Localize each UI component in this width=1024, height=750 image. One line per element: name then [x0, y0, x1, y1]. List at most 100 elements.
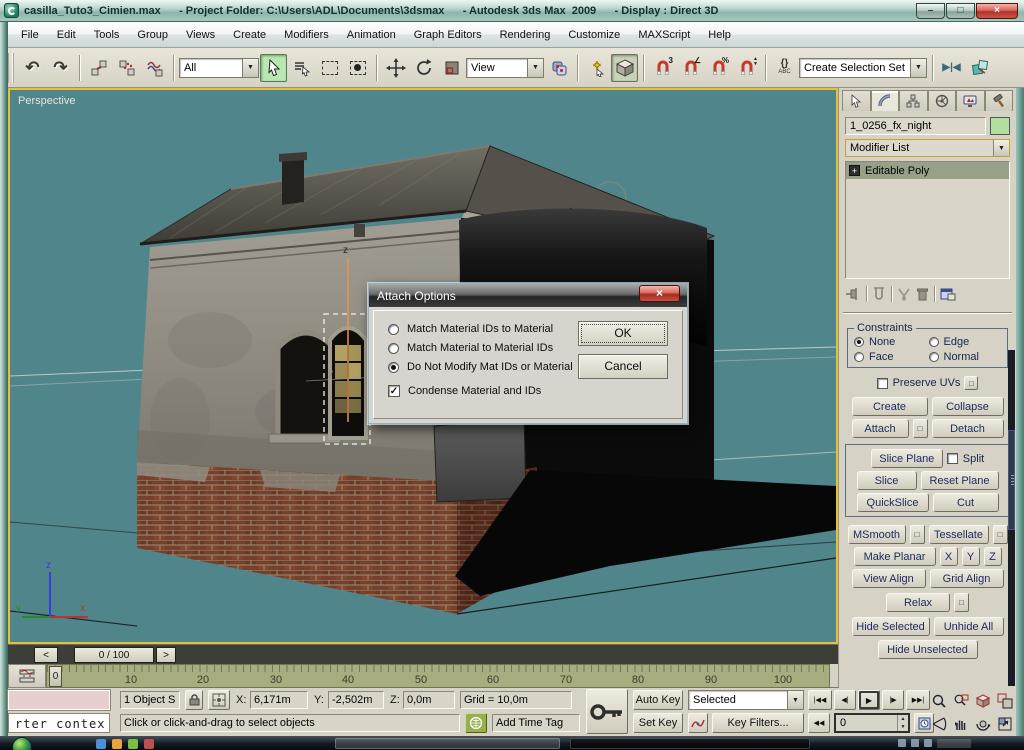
relax-button[interactable]: Relax	[886, 593, 950, 612]
menu-file[interactable]: File	[12, 25, 48, 45]
key-filters-button[interactable]: Key Filters...	[712, 713, 804, 733]
select-and-link-icon[interactable]	[85, 54, 112, 82]
menu-maxscript[interactable]: MAXScript	[629, 25, 699, 45]
redo-icon[interactable]: ↷	[47, 54, 74, 82]
minimize-button[interactable]: –	[916, 3, 945, 19]
constraint-face[interactable]: Face	[854, 351, 929, 363]
selection-lock-icon[interactable]	[185, 690, 203, 710]
current-frame-spinner[interactable]: 0 ▲▼	[834, 713, 910, 733]
tab-motion[interactable]	[928, 90, 957, 111]
condense-material-checkbox-row[interactable]: ✓ Condense Material and IDs	[388, 385, 672, 397]
make-unique-icon[interactable]	[897, 287, 911, 301]
go-to-end-icon[interactable]: ▶▶|	[906, 690, 930, 710]
menu-edit[interactable]: Edit	[48, 25, 85, 45]
rectangular-selection-region-icon[interactable]	[316, 54, 343, 82]
play-animation-icon[interactable]: ▶	[858, 690, 880, 710]
named-selection-set-dropdown[interactable]: Create Selection Set ▼	[799, 58, 927, 78]
planar-x-button[interactable]: X	[940, 547, 958, 566]
preserve-uvs-checkbox[interactable]: Preserve UVs	[877, 377, 961, 389]
modifier-list-dropdown[interactable]: Modifier List ▼	[845, 139, 1010, 157]
show-end-result-icon[interactable]	[872, 287, 886, 301]
toolbar-drag-handle[interactable]	[7, 53, 14, 83]
maxscript-listener-top[interactable]	[8, 690, 110, 710]
next-frame-arrow[interactable]: >	[156, 647, 176, 663]
tab-create[interactable]	[842, 90, 871, 111]
pan-hand-icon[interactable]	[950, 713, 971, 735]
timeline-ruler[interactable]: 0 10 20 30 40 50 60 70 80 90 100	[46, 664, 830, 688]
absolute-mode-icon[interactable]	[208, 690, 230, 710]
angle-snap-toggle-icon[interactable]: ∠	[677, 54, 704, 82]
menu-customize[interactable]: Customize	[559, 25, 629, 45]
unhide-all-button[interactable]: Unhide All	[934, 617, 1004, 636]
cut-button[interactable]: Cut	[933, 493, 999, 512]
menu-help[interactable]: Help	[699, 25, 740, 45]
create-button[interactable]: Create	[852, 397, 928, 416]
select-and-move-icon[interactable]	[382, 54, 409, 82]
field-of-view-icon[interactable]	[928, 713, 949, 735]
split-checkbox[interactable]: Split	[947, 453, 984, 465]
spinner-snap-toggle-icon[interactable]: ▲▼	[733, 54, 760, 82]
min-max-toggle-icon[interactable]	[994, 713, 1015, 735]
maximize-button[interactable]: □	[946, 3, 975, 19]
set-key-mode-icon[interactable]	[586, 689, 628, 734]
use-pivot-point-icon[interactable]	[545, 54, 572, 82]
quicklaunch-icon[interactable]	[112, 739, 122, 749]
mini-curve-editor-icon[interactable]	[8, 664, 46, 688]
attach-button[interactable]: Attach	[852, 419, 909, 438]
view-align-button[interactable]: View Align	[852, 569, 926, 588]
msmooth-settings-icon[interactable]: □	[910, 525, 925, 544]
mirror-icon[interactable]: ▶|◀	[938, 54, 965, 82]
zoom-icon[interactable]	[928, 690, 949, 712]
menu-group[interactable]: Group	[128, 25, 177, 45]
tab-utilities[interactable]	[985, 90, 1014, 111]
zoom-all-icon[interactable]	[950, 690, 971, 712]
stack-item-editable-poly[interactable]: + Editable Poly	[846, 162, 1009, 179]
quicklaunch-icon[interactable]	[144, 739, 154, 749]
selection-filter-dropdown[interactable]: All ▼	[179, 58, 259, 78]
object-name-field[interactable]: 1_0256_fx_night	[845, 117, 986, 135]
tab-modify[interactable]	[871, 90, 900, 111]
dialog-close-icon[interactable]: ×	[639, 285, 680, 302]
prev-frame-arrow[interactable]: <	[34, 647, 58, 663]
reset-plane-button[interactable]: Reset Plane	[921, 471, 999, 490]
expand-icon[interactable]: +	[849, 165, 860, 176]
add-time-tag-field[interactable]: Add Time Tag	[492, 714, 580, 732]
panel-scrollbar[interactable]	[1008, 350, 1015, 686]
hide-selected-button[interactable]: Hide Selected	[852, 617, 930, 636]
radio-icon[interactable]	[388, 343, 399, 354]
detach-button[interactable]: Detach	[932, 419, 1004, 438]
quicklaunch-icon[interactable]	[128, 739, 138, 749]
taskbar-window-button-active[interactable]	[570, 738, 810, 749]
key-mode-toggle-icon[interactable]: ◀◀	[808, 713, 830, 733]
keyboard-override-toggle-icon[interactable]	[611, 54, 638, 82]
maxscript-listener-bottom[interactable]: rter contex	[8, 713, 110, 733]
close-button[interactable]: ×	[976, 3, 1018, 19]
auto-key-button[interactable]: Auto Key	[633, 690, 683, 710]
msmooth-button[interactable]: MSmooth	[848, 525, 906, 544]
modifier-stack[interactable]: + Editable Poly	[845, 161, 1010, 279]
attach-settings-icon[interactable]: □	[913, 419, 928, 438]
cancel-button[interactable]: Cancel	[578, 354, 668, 379]
previous-frame-icon[interactable]: ◀|	[834, 690, 856, 710]
undo-icon[interactable]: ↶	[19, 54, 46, 82]
checkbox-icon-checked[interactable]: ✓	[388, 385, 400, 397]
menu-create[interactable]: Create	[224, 25, 275, 45]
go-to-start-icon[interactable]: |◀◀	[808, 690, 832, 710]
menu-animation[interactable]: Animation	[338, 25, 405, 45]
bind-to-space-warp-icon[interactable]	[141, 54, 168, 82]
default-in-out-tangent-icon[interactable]	[688, 713, 708, 733]
tab-hierarchy[interactable]	[899, 90, 928, 111]
quickslice-button[interactable]: QuickSlice	[857, 493, 929, 512]
planar-y-button[interactable]: Y	[962, 547, 980, 566]
grid-align-button[interactable]: Grid Align	[930, 569, 1004, 588]
ok-button[interactable]: OK	[578, 321, 668, 346]
z-coordinate-field[interactable]: 0,0m	[403, 691, 455, 709]
viewport-label[interactable]: Perspective	[18, 95, 75, 107]
hide-unselected-button[interactable]: Hide Unselected	[878, 640, 978, 659]
menu-modifiers[interactable]: Modifiers	[275, 25, 338, 45]
dropdown-arrow-icon[interactable]: ▼	[787, 691, 803, 709]
menu-views[interactable]: Views	[177, 25, 224, 45]
titlebar[interactable]: casilla_Tuto3_Cimien.max - Project Folde…	[0, 0, 1024, 22]
planar-z-button[interactable]: Z	[984, 547, 1002, 566]
zoom-extents-icon[interactable]	[972, 690, 993, 712]
